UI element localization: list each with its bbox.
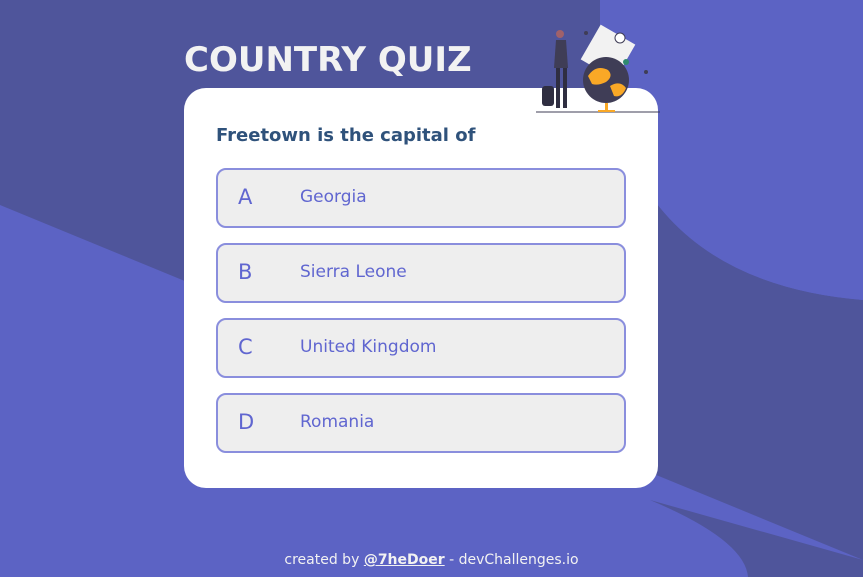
app-title: COUNTRY QUIZ bbox=[184, 40, 472, 80]
option-c-button[interactable]: C United Kingdom bbox=[216, 318, 626, 378]
footer: created by @7heDoer - devChallenges.io bbox=[0, 552, 863, 568]
option-letter: C bbox=[238, 335, 253, 359]
question-text: Freetown is the capital of bbox=[216, 125, 476, 146]
option-answer: Romania bbox=[300, 412, 375, 432]
option-d-button[interactable]: D Romania bbox=[216, 393, 626, 453]
footer-prefix: created by bbox=[284, 552, 360, 568]
option-answer: Georgia bbox=[300, 187, 367, 207]
option-b-button[interactable]: B Sierra Leone bbox=[216, 243, 626, 303]
option-answer: Sierra Leone bbox=[300, 262, 407, 282]
author-link[interactable]: @7heDoer bbox=[364, 552, 445, 568]
option-answer: United Kingdom bbox=[300, 337, 437, 357]
footer-suffix: - devChallenges.io bbox=[449, 552, 579, 568]
option-letter: D bbox=[238, 410, 255, 434]
option-a-button[interactable]: A Georgia bbox=[216, 168, 626, 228]
option-letter: B bbox=[238, 260, 253, 284]
adventure-globe-illustration bbox=[536, 24, 660, 113]
option-letter: A bbox=[238, 185, 253, 209]
